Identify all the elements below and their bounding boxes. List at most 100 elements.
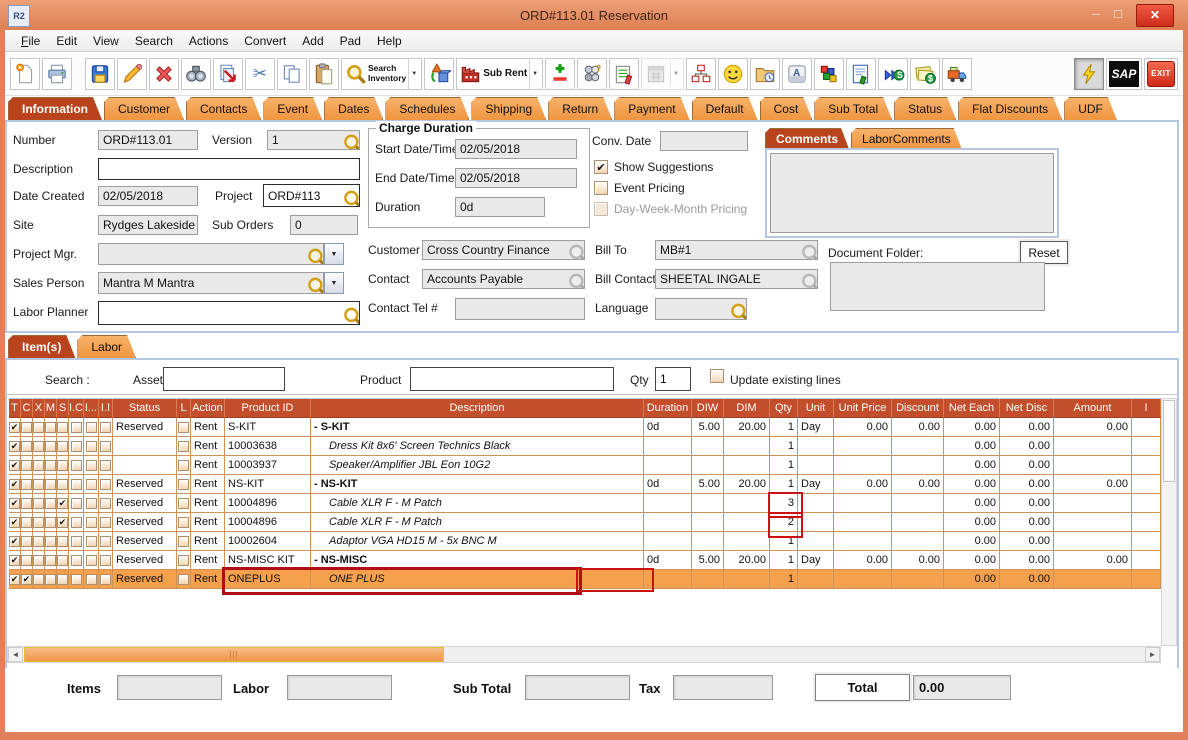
notes-button[interactable] — [609, 57, 640, 90]
cell-qty[interactable]: 1 — [770, 532, 798, 551]
labor-checkbox[interactable] — [178, 421, 189, 433]
save-button[interactable] — [85, 57, 115, 90]
cell-product-id[interactable]: 10004896 — [225, 513, 311, 532]
row-checkbox[interactable] — [45, 497, 56, 509]
cubes-button[interactable] — [814, 57, 845, 90]
menu-convert[interactable]: Convert — [236, 32, 294, 50]
cell-qty[interactable]: 3 — [770, 494, 798, 513]
delete-button[interactable] — [149, 57, 179, 90]
row-checkbox[interactable] — [57, 421, 68, 433]
row-checkbox-cell[interactable] — [21, 551, 33, 570]
row-checkbox-cell[interactable] — [69, 513, 84, 532]
cell-description[interactable]: - S-KIT — [311, 418, 644, 437]
row-checkbox-cell[interactable] — [69, 418, 84, 437]
cell-net-each[interactable]: 0.00 — [944, 494, 1000, 513]
row-checkbox[interactable] — [85, 421, 97, 433]
row-checkbox-cell[interactable] — [84, 475, 99, 494]
cell-status[interactable]: Reserved — [113, 532, 177, 551]
cell-l[interactable] — [177, 437, 191, 456]
cell--pad[interactable] — [1132, 551, 1161, 570]
cell-unit-price[interactable] — [834, 494, 892, 513]
cell-unit[interactable]: Day — [798, 475, 834, 494]
row-checkbox-cell[interactable] — [99, 475, 113, 494]
cell-l[interactable] — [177, 513, 191, 532]
row-checkbox-cell[interactable] — [33, 494, 45, 513]
vertical-scroll-thumb[interactable] — [1163, 400, 1175, 482]
row-checkbox[interactable] — [85, 459, 97, 471]
cell-action[interactable]: Rent — [191, 437, 225, 456]
tab-default[interactable]: Default — [692, 97, 758, 120]
cell-duration[interactable] — [644, 570, 692, 589]
comments-textarea[interactable] — [770, 153, 1054, 233]
labor-planner-lookup-icon[interactable] — [341, 305, 359, 324]
row-checkbox[interactable] — [33, 573, 44, 585]
scroll-right-arrow[interactable]: ► — [1145, 647, 1160, 662]
row-checkbox-cell[interactable] — [84, 513, 99, 532]
cell-diw[interactable]: 5.00 — [692, 475, 724, 494]
menu-search[interactable]: Search — [127, 32, 181, 50]
row-checkbox[interactable] — [21, 421, 32, 433]
table-row-3[interactable]: ✔ Rent 10003937 Speaker/Amplifier JBL Eon 1… — [9, 456, 1161, 475]
items-tab-item-s-[interactable]: Item(s) — [8, 335, 75, 358]
cell-qty[interactable]: 1 — [770, 551, 798, 570]
table-row-5[interactable]: ✔ ✔ Reserved Rent 10004896 Cable XLR F - M Pa… — [9, 494, 1161, 513]
row-checkbox-cell[interactable] — [21, 456, 33, 475]
cell-action[interactable]: Rent — [191, 551, 225, 570]
row-checkbox-cell[interactable] — [84, 570, 99, 589]
cell-amount[interactable]: 0.00 — [1054, 418, 1132, 437]
cell-action[interactable]: Rent — [191, 418, 225, 437]
horizontal-scrollbar[interactable]: ◄ ||| ► — [7, 646, 1161, 663]
cell-l[interactable] — [177, 475, 191, 494]
cell-description[interactable]: ONE PLUS — [311, 570, 644, 589]
cell-unit[interactable] — [798, 494, 834, 513]
cell-product-id[interactable]: ONEPLUS — [225, 570, 311, 589]
row-checkbox[interactable] — [70, 421, 82, 433]
labor-checkbox[interactable] — [178, 440, 189, 452]
row-checkbox[interactable] — [100, 497, 111, 509]
row-checkbox-cell[interactable] — [99, 494, 113, 513]
row-checkbox[interactable] — [21, 497, 32, 509]
row-checkbox[interactable] — [45, 421, 56, 433]
cell-dim[interactable] — [724, 494, 770, 513]
row-checkbox-cell[interactable] — [57, 551, 69, 570]
row-checkbox-cell[interactable] — [84, 532, 99, 551]
paste-button[interactable] — [309, 57, 339, 90]
sub-orders-field[interactable]: 0 — [290, 215, 358, 235]
cell-discount[interactable]: 0.00 — [892, 475, 944, 494]
menu-add[interactable]: Add — [294, 32, 331, 50]
org-chart-button[interactable] — [686, 57, 717, 90]
cell-diw[interactable]: 5.00 — [692, 418, 724, 437]
tab-udf[interactable]: UDF — [1064, 97, 1117, 120]
project-mgr-dropdown[interactable]: ▼ — [324, 243, 344, 265]
cell-product-id[interactable]: 10002604 — [225, 532, 311, 551]
row-checkbox[interactable] — [70, 478, 82, 490]
cell-l[interactable] — [177, 551, 191, 570]
sales-person-lookup-icon[interactable] — [305, 275, 323, 293]
row-checkbox-cell[interactable] — [33, 532, 45, 551]
export-order-button[interactable] — [213, 57, 243, 90]
cell--pad[interactable] — [1132, 570, 1161, 589]
labor-checkbox[interactable] — [178, 535, 189, 547]
cell-product-id[interactable]: NS-MISC KIT — [225, 551, 311, 570]
row-checkbox-cell[interactable] — [84, 494, 99, 513]
row-checkbox-cell[interactable] — [57, 532, 69, 551]
cell-diw[interactable]: 5.00 — [692, 551, 724, 570]
row-checkbox[interactable] — [21, 478, 32, 490]
row-checkbox[interactable] — [70, 516, 82, 528]
cell-duration[interactable] — [644, 494, 692, 513]
cell-action[interactable]: Rent — [191, 456, 225, 475]
row-checkbox[interactable] — [70, 440, 82, 452]
bill-contact-field[interactable]: SHEETAL INGALE — [655, 269, 818, 289]
row-checkbox[interactable]: ✔ — [21, 573, 32, 585]
version-lookup-icon[interactable] — [341, 132, 359, 149]
customer-lookup-icon[interactable] — [566, 242, 584, 259]
bill-to-lookup-icon[interactable] — [799, 242, 817, 259]
row-checkbox-cell[interactable] — [57, 456, 69, 475]
cell-net-disc[interactable]: 0.00 — [1000, 456, 1054, 475]
row-checkbox[interactable] — [100, 459, 111, 471]
row-checkbox[interactable] — [33, 535, 44, 547]
row-checkbox[interactable] — [45, 440, 56, 452]
row-checkbox[interactable] — [45, 573, 56, 585]
row-checkbox-cell[interactable] — [99, 570, 113, 589]
project-field[interactable]: ORD#113 — [263, 184, 360, 207]
